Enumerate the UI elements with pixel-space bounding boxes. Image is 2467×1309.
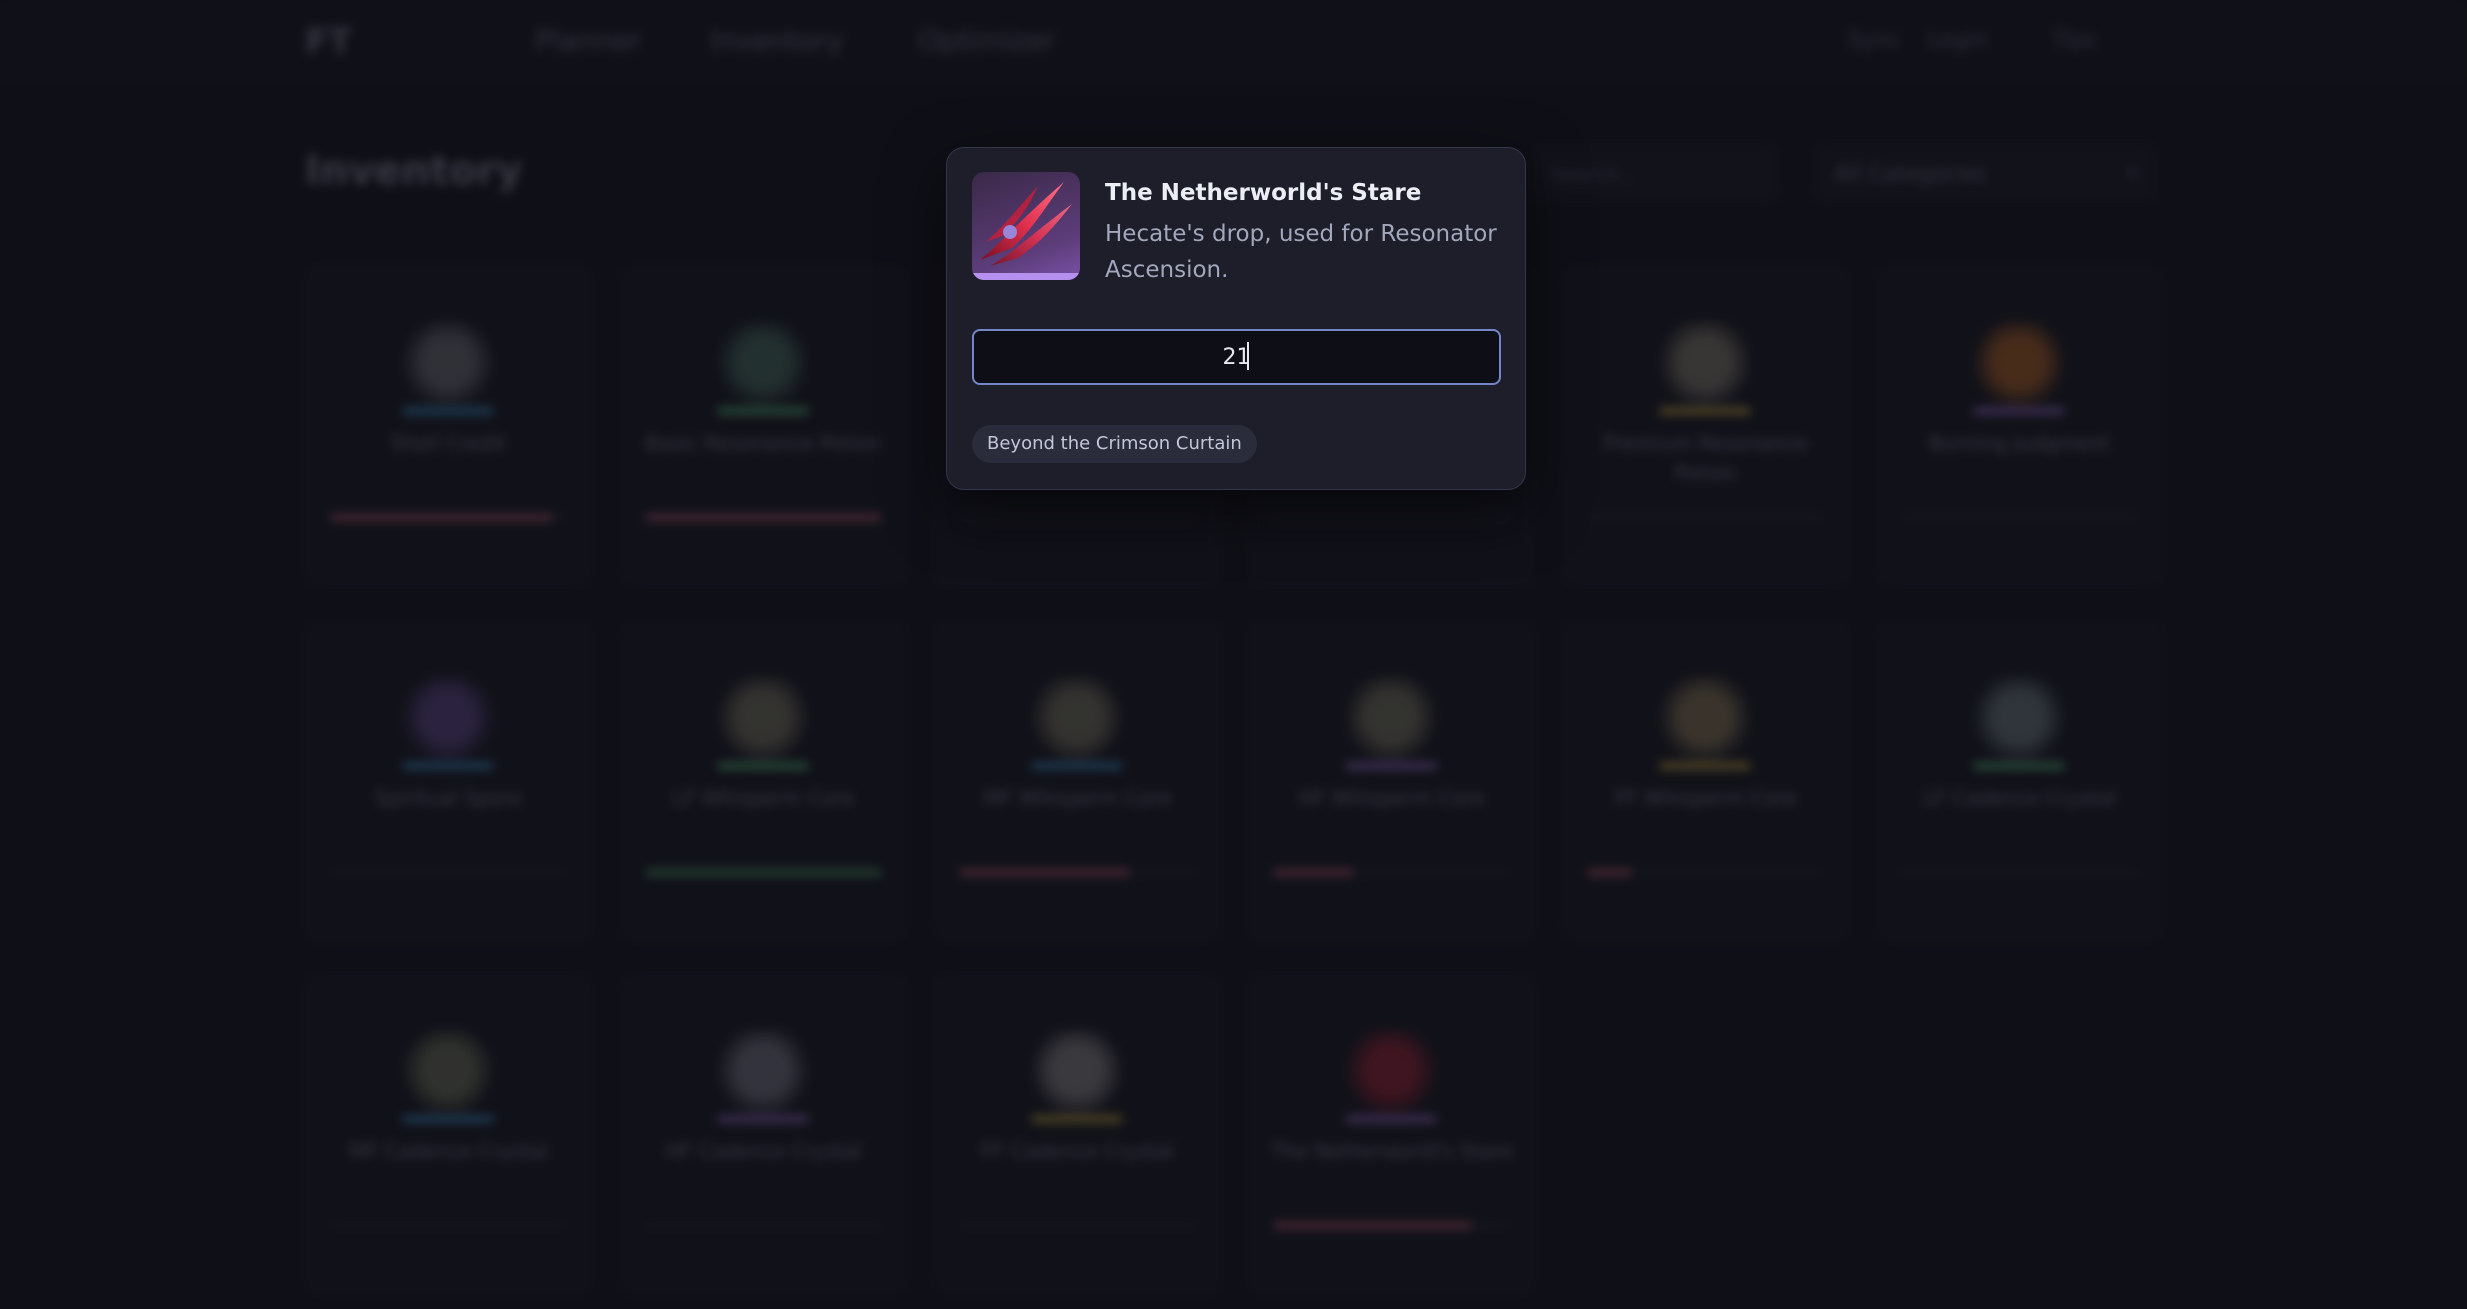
- crimson-claw-icon: [972, 172, 1080, 280]
- text-caret: [1247, 342, 1249, 370]
- source-tag[interactable]: Beyond the Crimson Curtain: [972, 425, 1257, 463]
- quantity-input[interactable]: [972, 329, 1501, 385]
- modal-item-title: The Netherworld's Stare: [1105, 180, 1422, 206]
- modal-item-description: Hecate's drop, used for Resonator Ascens…: [1105, 221, 1497, 283]
- rarity-bar: [972, 273, 1080, 280]
- item-quantity-modal: The Netherworld's Stare Hecate's drop, u…: [946, 147, 1526, 490]
